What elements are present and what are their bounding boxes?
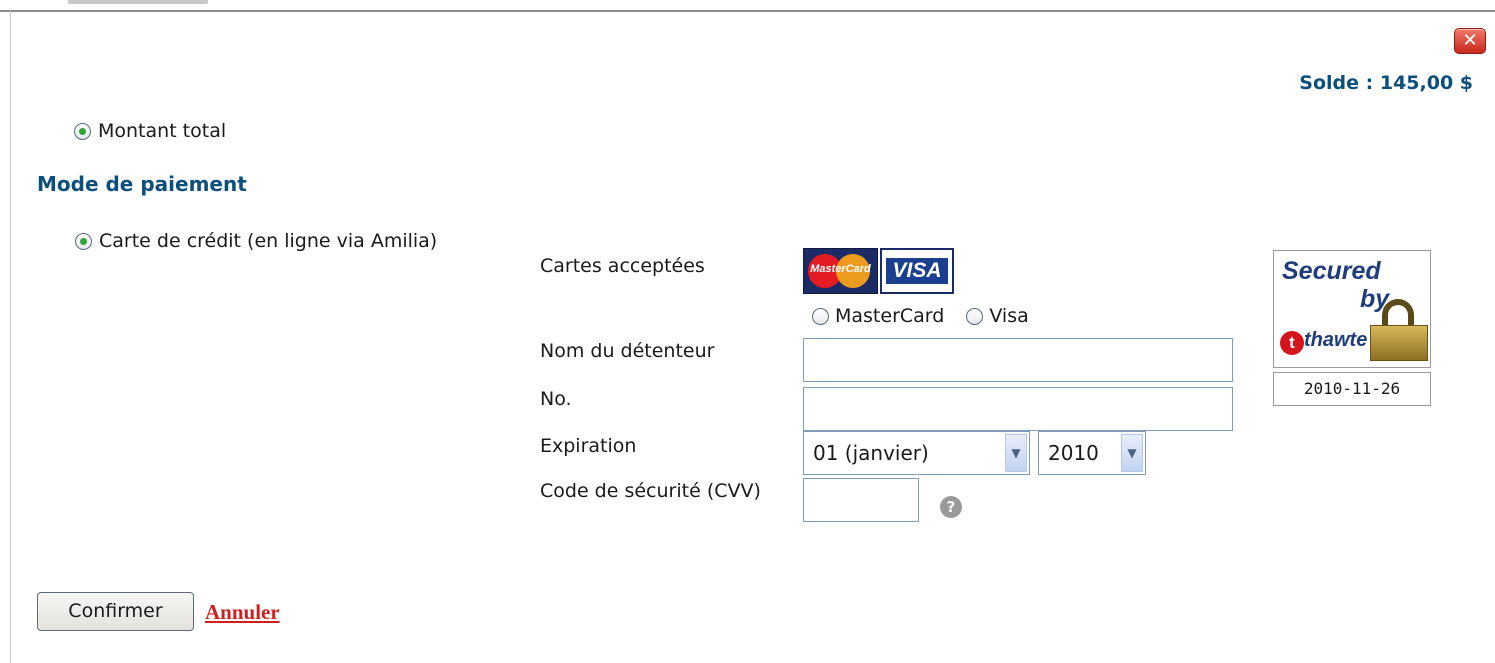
seal-brand-text: thawte xyxy=(1304,329,1368,351)
total-amount-label: Montant total xyxy=(98,120,227,142)
thawte-secured-seal[interactable]: Secured by t thawte 2010-11-26 xyxy=(1273,250,1431,408)
close-icon: ✕ xyxy=(1462,30,1478,51)
expiration-label: Expiration xyxy=(540,435,637,457)
mastercard-radio-label: MasterCard xyxy=(835,305,945,327)
credit-card-radio[interactable] xyxy=(75,232,92,250)
seal-badge: Secured by t thawte xyxy=(1273,250,1431,368)
total-amount-option[interactable]: Montant total xyxy=(74,120,226,142)
holder-name-field[interactable] xyxy=(803,338,1233,382)
card-number-label: No. xyxy=(540,388,572,410)
thawte-logo-icon: t xyxy=(1280,331,1304,355)
credit-card-label: Carte de crédit (en ligne via Amilia) xyxy=(99,230,438,252)
holder-name-label: Nom du détenteur xyxy=(540,340,715,362)
credit-card-option[interactable]: Carte de crédit (en ligne via Amilia) xyxy=(75,230,437,252)
seal-by-text: by xyxy=(1360,285,1390,313)
expiration-year-select[interactable]: 2010 ▼ xyxy=(1038,431,1146,475)
accepted-cards-label: Cartes acceptées xyxy=(540,255,705,277)
mastercard-logo-icon: MasterCard xyxy=(803,248,878,294)
seal-date: 2010-11-26 xyxy=(1273,372,1431,406)
expiration-month-value: 01 (janvier) xyxy=(813,441,929,465)
mastercard-logo-text: MasterCard xyxy=(810,263,871,275)
balance-text: Solde : 145,00 $ xyxy=(1299,72,1473,94)
chevron-down-icon[interactable]: ▼ xyxy=(1121,434,1143,472)
obscured-header-text xyxy=(68,0,208,4)
cvv-field[interactable] xyxy=(803,478,919,522)
visa-logo-icon: VISA xyxy=(880,248,954,294)
confirm-button[interactable]: Confirmer xyxy=(37,592,194,631)
visa-logo-text: VISA xyxy=(892,259,942,282)
close-button[interactable]: ✕ xyxy=(1454,28,1486,54)
payment-mode-title: Mode de paiement xyxy=(37,172,247,196)
seal-secured-text: Secured xyxy=(1282,257,1381,285)
total-amount-radio[interactable] xyxy=(74,122,91,140)
accepted-cards-logos: MasterCard VISA xyxy=(803,248,954,294)
card-brand-selector: MasterCard Visa xyxy=(812,305,1029,327)
help-icon[interactable]: ? xyxy=(940,496,962,518)
visa-radio[interactable] xyxy=(966,307,984,325)
chevron-down-icon[interactable]: ▼ xyxy=(1005,434,1027,472)
expiration-month-select[interactable]: 01 (janvier) ▼ xyxy=(803,431,1030,475)
card-number-field[interactable] xyxy=(803,387,1233,431)
cancel-link[interactable]: Annuler xyxy=(205,600,280,625)
cvv-label: Code de sécurité (CVV) xyxy=(540,480,761,502)
mastercard-radio[interactable] xyxy=(812,307,829,325)
visa-radio-label: Visa xyxy=(989,305,1029,327)
expiration-year-value: 2010 xyxy=(1048,441,1099,465)
